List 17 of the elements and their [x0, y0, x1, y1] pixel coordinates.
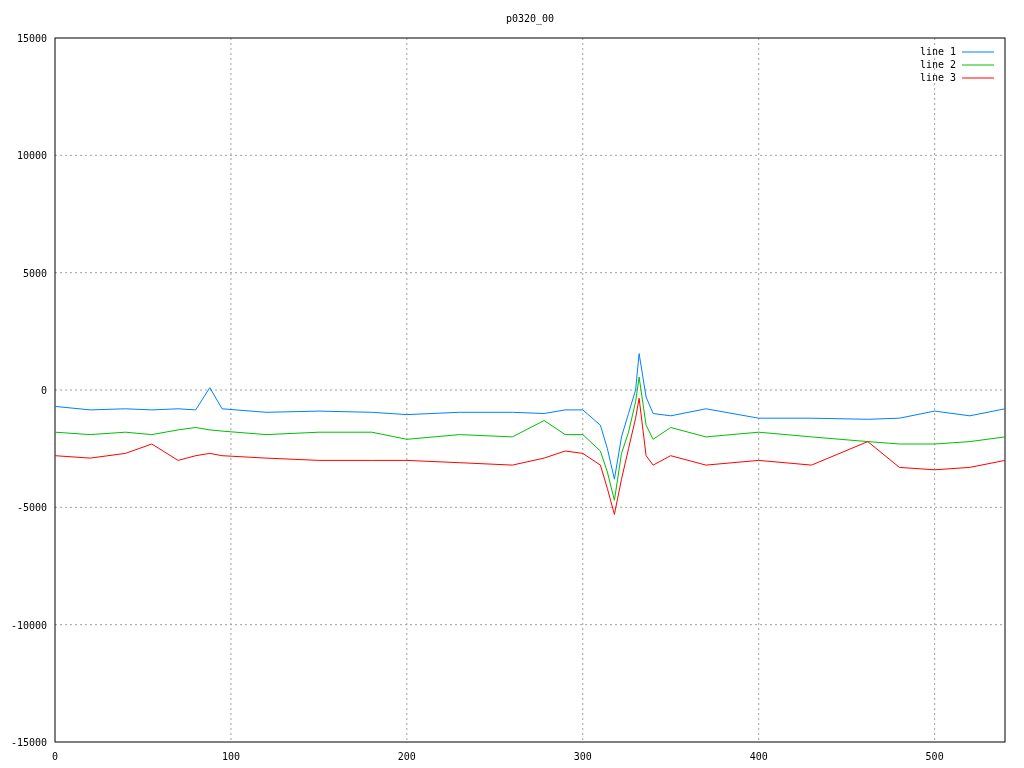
x-tick-label: 200 [397, 751, 416, 762]
y-tick-label: -15000 [10, 737, 47, 748]
x-tick-label: 500 [925, 751, 944, 762]
y-tick-label: 0 [40, 385, 47, 396]
legend-label: line 2 [919, 59, 956, 70]
x-tick-label: 400 [749, 751, 768, 762]
y-tick-label: 5000 [22, 267, 47, 279]
x-tick-label: 100 [221, 751, 240, 762]
legend-label: line 1 [919, 46, 956, 57]
y-tick-label: 15000 [16, 33, 47, 44]
chart-title: p0320_00 [505, 13, 555, 24]
x-tick-label: 300 [573, 751, 592, 762]
y-tick-label: -10000 [10, 619, 47, 631]
x-tick-label: 0 [52, 751, 58, 762]
legend-label: line 3 [919, 72, 956, 83]
y-tick-label: -5000 [16, 502, 47, 514]
y-tick-label: 10000 [16, 150, 47, 162]
